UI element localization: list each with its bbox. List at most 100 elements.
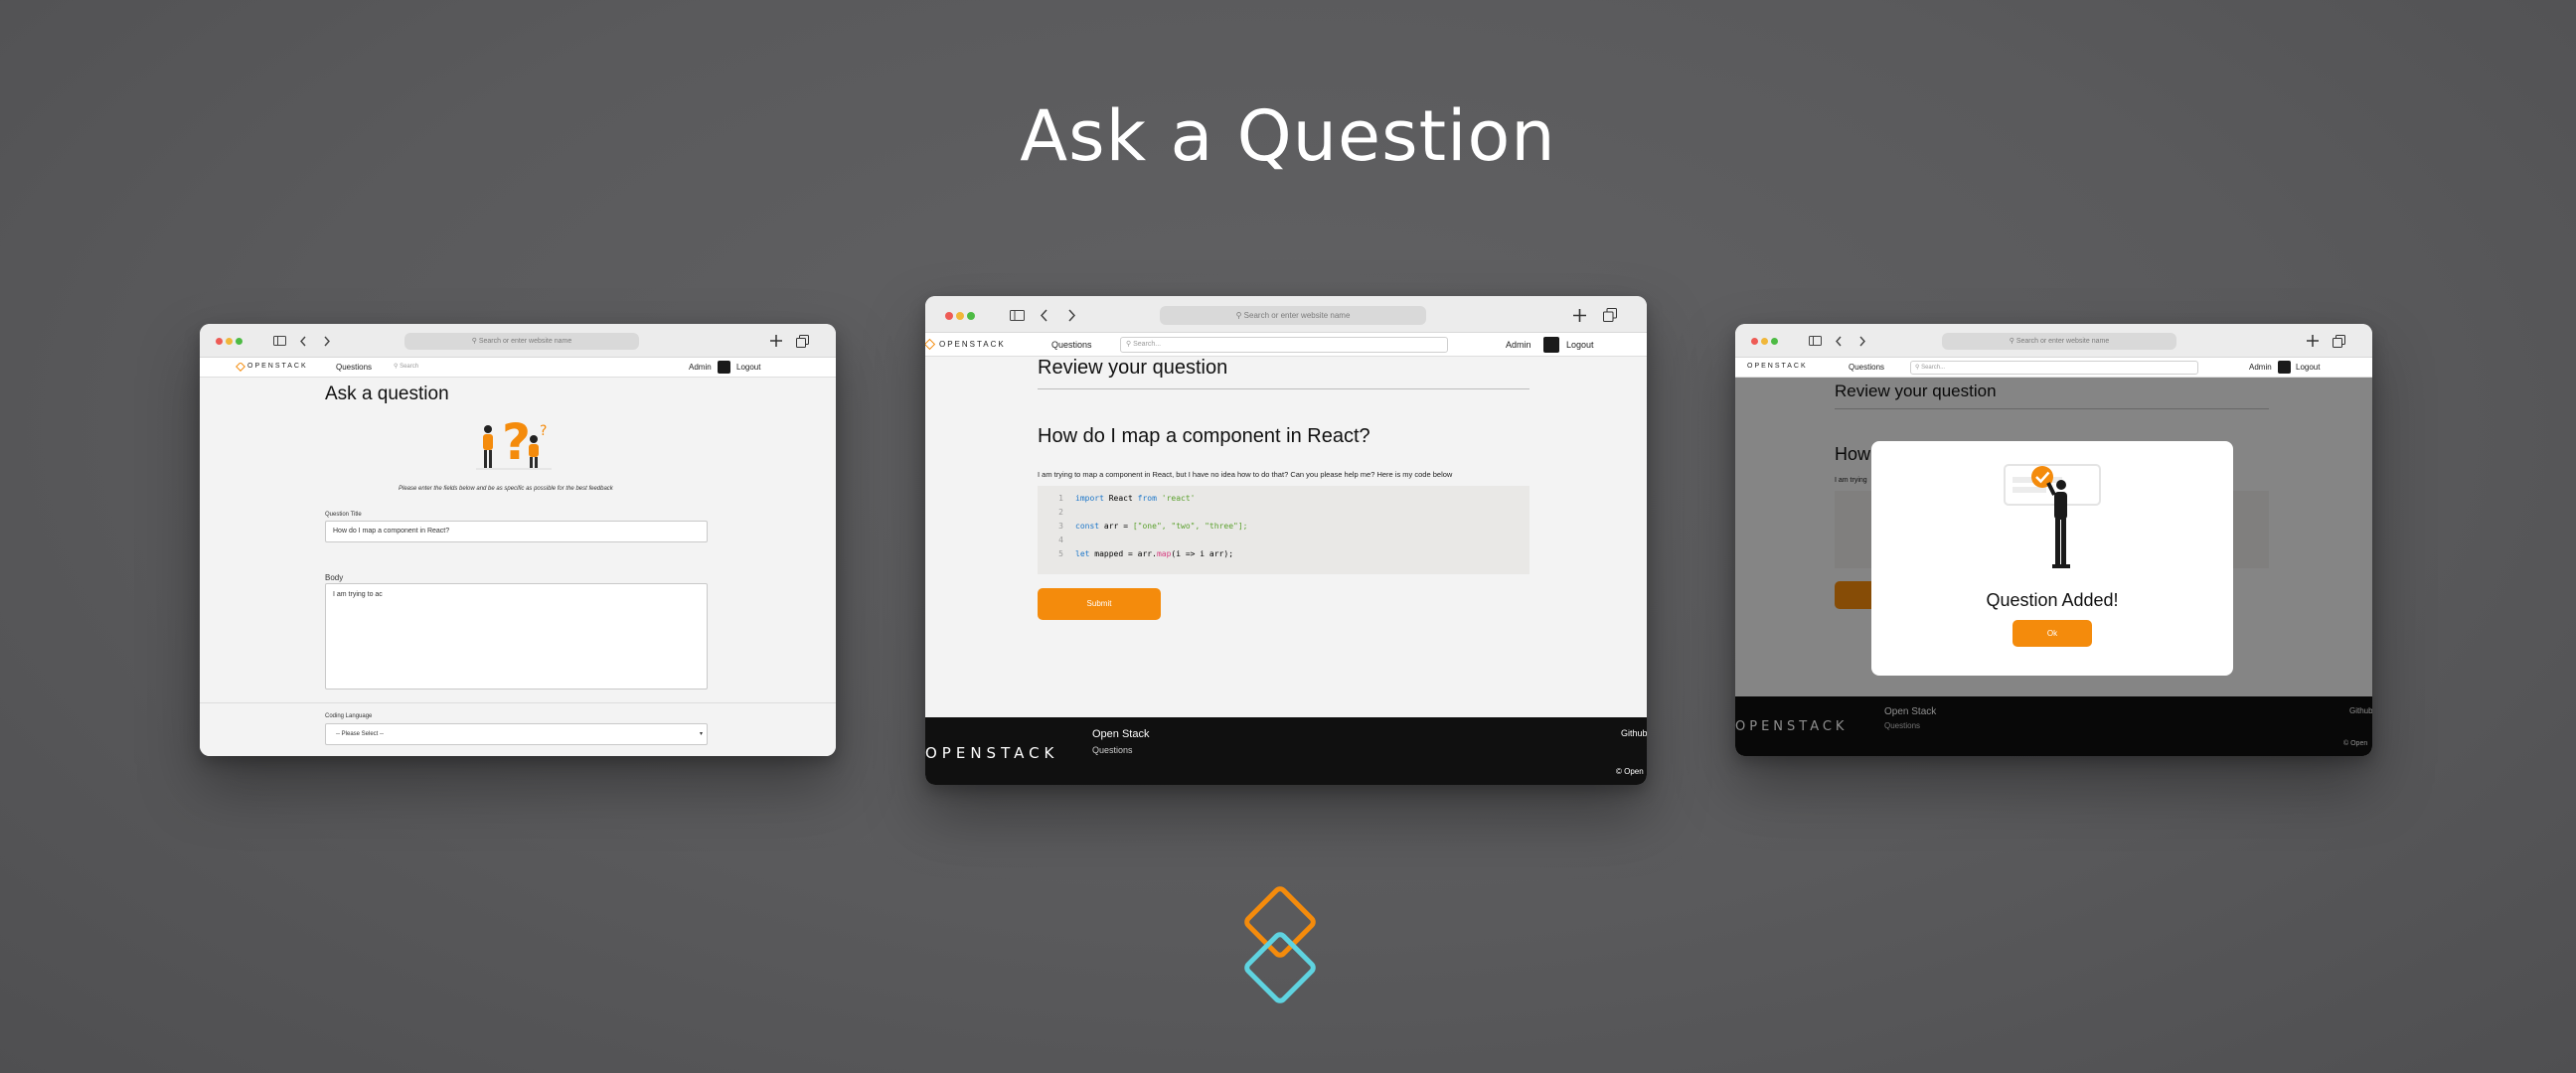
svg-text:?: ?: [540, 423, 547, 439]
language-select[interactable]: -- Please Select -- ▾: [325, 723, 708, 745]
tabs-overview-icon[interactable]: [1603, 308, 1617, 322]
review-content: Review your question How do I map a comp…: [925, 357, 1647, 717]
search-icon: ⚲: [1235, 311, 1244, 320]
openstack-logo-icon: [925, 339, 935, 351]
back-arrow-icon[interactable]: [299, 336, 307, 347]
code-line: 5 let mapped = arr.map(i => i arr);: [1058, 549, 1234, 558]
sidebar-toggle-icon[interactable]: [1809, 336, 1822, 346]
avatar[interactable]: [1543, 337, 1559, 353]
question-illustration-icon: ? ?: [476, 413, 552, 471]
tabs-overview-icon[interactable]: [2333, 335, 2345, 348]
footer-title: Open Stack: [1092, 728, 1150, 740]
code-line: 4: [1058, 536, 1063, 544]
submit-button[interactable]: Submit: [1038, 588, 1161, 620]
question-title: How do I map a component in React?: [1038, 425, 1370, 447]
ok-button[interactable]: Ok: [2012, 620, 2092, 647]
user-name: Admin: [2249, 363, 2272, 372]
brand-name[interactable]: OPENSTACK: [247, 363, 308, 370]
search-input[interactable]: ⚲ Search...: [1120, 337, 1448, 353]
question-title-input[interactable]: How do I map a component in React?: [325, 521, 708, 542]
avatar[interactable]: [2278, 361, 2291, 374]
language-label: Coding Language: [325, 713, 373, 719]
forward-arrow-icon[interactable]: [1858, 336, 1866, 347]
brand-name[interactable]: OPENSTACK: [1747, 363, 1808, 370]
site-navbar: OPENSTACK Questions ⚲ Search Admin Logou…: [200, 358, 836, 378]
browser-window-success: ⚲ Search or enter website name OPENSTACK…: [1735, 324, 2372, 756]
form-divider: [200, 702, 836, 703]
footer-github-link[interactable]: Github: [1621, 728, 1647, 738]
user-name: Admin: [689, 363, 712, 372]
new-tab-icon[interactable]: [1573, 309, 1586, 322]
address-bar[interactable]: ⚲ Search or enter website name: [1160, 306, 1426, 325]
close-window-button[interactable]: [945, 312, 953, 320]
back-arrow-icon[interactable]: [1835, 336, 1843, 347]
search-icon: ⚲: [471, 338, 479, 345]
heading-divider: [1038, 388, 1530, 389]
question-title-label: Question Title: [325, 512, 362, 518]
user-name: Admin: [1506, 340, 1531, 350]
site-navbar: OPENSTACK Questions ⚲ Search... Admin Lo…: [925, 333, 1647, 357]
footer-copyright: © Open: [1616, 767, 1644, 776]
close-window-button[interactable]: [216, 338, 223, 345]
footer-questions-link[interactable]: Questions: [1092, 745, 1133, 755]
body-label: Body: [325, 573, 344, 582]
address-bar-placeholder: Search or enter website name: [1243, 311, 1351, 320]
ask-heading: Ask a question: [325, 383, 449, 404]
svg-text:?: ?: [502, 413, 531, 471]
minimize-window-button[interactable]: [226, 338, 233, 345]
browser-window-ask: ⚲ Search or enter website name OPENSTACK…: [200, 324, 836, 756]
maximize-window-button[interactable]: [236, 338, 242, 345]
sidebar-toggle-icon[interactable]: [1010, 310, 1025, 321]
maximize-window-button[interactable]: [967, 312, 975, 320]
back-arrow-icon[interactable]: [1040, 309, 1048, 322]
modal-message: Question Added!: [1986, 590, 2119, 610]
nav-questions-link[interactable]: Questions: [1051, 340, 1092, 350]
code-line: 3 const arr = ["one", "two", "three"];: [1058, 522, 1248, 531]
openstack-logo-icon: [236, 363, 245, 372]
brand-name[interactable]: OPENSTACK: [939, 340, 1006, 349]
new-tab-icon[interactable]: [770, 335, 782, 347]
tabs-overview-icon[interactable]: [796, 335, 809, 348]
footer-brand: OPENSTACK: [925, 744, 1059, 762]
browser-toolbar: ⚲ Search or enter website name: [200, 324, 836, 358]
search-input[interactable]: ⚲ Search: [390, 361, 623, 375]
success-modal: Question Added! Ok: [1871, 441, 2233, 676]
browser-toolbar: ⚲ Search or enter website name: [1735, 324, 2372, 358]
forward-arrow-icon[interactable]: [1067, 309, 1076, 322]
close-window-button[interactable]: [1751, 338, 1758, 345]
page-title: Ask a Question: [1020, 95, 1556, 177]
address-bar-placeholder: Search or enter website name: [478, 338, 572, 345]
forward-arrow-icon[interactable]: [323, 336, 331, 347]
code-block: 1 import React from 'react' 2 3 const arr …: [1038, 486, 1530, 574]
browser-window-review: ⚲ Search or enter website name OPENSTACK…: [925, 296, 1647, 785]
logout-link[interactable]: Logout: [2296, 363, 2320, 372]
logout-link[interactable]: Logout: [1566, 340, 1594, 350]
form-hint: Please enter the fields below and be as …: [399, 486, 613, 492]
chevron-down-icon: ▾: [699, 731, 703, 737]
sidebar-toggle-icon[interactable]: [273, 336, 286, 346]
browser-toolbar: ⚲ Search or enter website name: [925, 296, 1647, 333]
logout-link[interactable]: Logout: [736, 363, 760, 372]
minimize-window-button[interactable]: [956, 312, 964, 320]
body-textarea[interactable]: I am trying to ac: [325, 583, 708, 690]
address-bar[interactable]: ⚲ Search or enter website name: [1942, 333, 2176, 350]
openstack-logo-icon: [1244, 886, 1316, 1003]
site-footer: OPENSTACK Open Stack Questions Github © …: [925, 717, 1647, 785]
minimize-window-button[interactable]: [1761, 338, 1768, 345]
review-heading: Review your question: [1038, 357, 1228, 379]
search-icon: ⚲: [2009, 338, 2016, 345]
new-tab-icon[interactable]: [2307, 335, 2319, 347]
search-input[interactable]: ⚲ Search...: [1910, 361, 2198, 375]
code-line: 2: [1058, 508, 1063, 517]
success-illustration-icon: [2004, 464, 2101, 568]
nav-questions-link[interactable]: Questions: [336, 363, 372, 372]
address-bar[interactable]: ⚲ Search or enter website name: [404, 333, 639, 350]
nav-questions-link[interactable]: Questions: [1849, 363, 1884, 372]
avatar[interactable]: [718, 361, 730, 374]
code-line: 1 import React from 'react': [1058, 494, 1196, 503]
ask-form-content: Ask a question ? ? Please enter the fiel…: [200, 378, 836, 756]
address-bar-placeholder: Search or enter website name: [2015, 338, 2110, 345]
maximize-window-button[interactable]: [1771, 338, 1778, 345]
question-body: I am trying to map a component in React,…: [1038, 470, 1453, 479]
site-navbar: OPENSTACK Questions ⚲ Search... Admin Lo…: [1735, 358, 2372, 378]
